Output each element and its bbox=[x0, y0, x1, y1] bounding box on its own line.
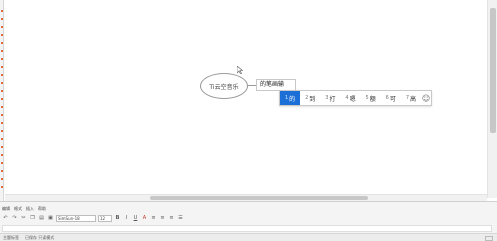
copy-icon[interactable]: ❐ bbox=[29, 215, 36, 222]
candidate-number: 4 bbox=[345, 95, 349, 101]
candidate-text: 高 bbox=[410, 95, 417, 103]
candidate-number: 3 bbox=[325, 95, 329, 101]
menu-item-edit[interactable]: 编辑 bbox=[2, 205, 10, 212]
align-left-icon[interactable]: ≡ bbox=[150, 215, 157, 222]
editor-bottom-panel: 编辑 格式 插入 帮助 ↶ ↷ ✂ ❐ ▤ ▣ SimSun-18 12 B I… bbox=[0, 201, 497, 241]
bold-icon[interactable]: B bbox=[114, 215, 121, 222]
menu-bar: 编辑 格式 插入 帮助 bbox=[2, 205, 46, 212]
candidate-text: 到 bbox=[309, 95, 316, 103]
vertical-scroll-thumb[interactable] bbox=[490, 8, 496, 133]
mindmap-node[interactable]: Ti云空音乐 bbox=[200, 73, 248, 99]
status-left-text: 主题标签 bbox=[3, 235, 19, 240]
ime-candidate-7[interactable]: 7 高 bbox=[401, 91, 421, 105]
cut-icon[interactable]: ✂ bbox=[20, 215, 27, 222]
smile-icon[interactable]: ☺ bbox=[421, 94, 431, 103]
format-toolbar: ↶ ↷ ✂ ❐ ▤ ▣ SimSun-18 12 B I U A ≡ ≡ ≡ ☰ bbox=[2, 213, 492, 223]
candidate-number: 6 bbox=[385, 95, 389, 101]
resize-grip-icon[interactable] bbox=[485, 235, 493, 241]
candidate-number: 5 bbox=[365, 95, 369, 101]
candidate-text: 打 bbox=[329, 95, 336, 103]
candidate-text: 的 bbox=[289, 95, 296, 103]
candidate-text: 额 bbox=[369, 95, 376, 103]
underline-icon[interactable]: U bbox=[132, 215, 139, 222]
candidate-text: 可 bbox=[389, 95, 396, 103]
notes-input[interactable] bbox=[2, 225, 492, 232]
redo-icon[interactable]: ↷ bbox=[11, 215, 18, 222]
undo-icon[interactable]: ↶ bbox=[2, 215, 9, 222]
font-size-select[interactable]: 12 bbox=[98, 214, 112, 222]
menu-item-insert[interactable]: 插入 bbox=[26, 205, 34, 212]
horizontal-scrollbar[interactable] bbox=[5, 194, 487, 201]
left-ruler bbox=[0, 0, 4, 208]
size-select-value: 12 bbox=[100, 215, 106, 221]
menu-item-help[interactable]: 帮助 bbox=[38, 205, 46, 212]
color-icon[interactable]: A bbox=[141, 215, 148, 222]
ime-candidate-bar: 1 的 2 到 3 打 4 嗯 5 额 6 可 7 高 ☺ bbox=[279, 90, 432, 106]
horizontal-scroll-thumb[interactable] bbox=[150, 196, 368, 200]
ime-candidate-1[interactable]: 1 的 bbox=[280, 91, 301, 105]
candidate-number: 2 bbox=[305, 95, 309, 101]
image-icon[interactable]: ▣ bbox=[47, 215, 54, 222]
ime-candidate-2[interactable]: 2 到 bbox=[300, 91, 320, 105]
candidate-number: 1 bbox=[284, 95, 289, 101]
vertical-scrollbar[interactable] bbox=[487, 0, 497, 198]
mouse-cursor-icon bbox=[237, 66, 243, 74]
node-label: Ti云空音乐 bbox=[209, 83, 239, 91]
edit-text: 的笔画输 bbox=[260, 81, 285, 88]
align-right-icon[interactable]: ≡ bbox=[168, 215, 175, 222]
candidate-text: 嗯 bbox=[349, 95, 356, 103]
ime-candidate-5[interactable]: 5 额 bbox=[361, 91, 381, 105]
status-bar: 主题标签 已保存 只读模式 bbox=[0, 233, 497, 241]
ime-candidate-6[interactable]: 6 可 bbox=[381, 91, 401, 105]
font-select-value: SimSun-18 bbox=[58, 215, 80, 221]
ime-candidate-4[interactable]: 4 嗯 bbox=[340, 91, 360, 105]
node-connector bbox=[248, 85, 256, 86]
paste-icon[interactable]: ▤ bbox=[38, 215, 45, 222]
status-right-text: 已保存 只读模式 bbox=[25, 235, 55, 240]
italic-icon[interactable]: I bbox=[123, 215, 130, 222]
list-icon[interactable]: ☰ bbox=[177, 215, 184, 222]
candidate-number: 7 bbox=[405, 95, 409, 101]
align-center-icon[interactable]: ≡ bbox=[159, 215, 166, 222]
menu-item-format[interactable]: 格式 bbox=[14, 205, 22, 212]
ime-candidate-3[interactable]: 3 打 bbox=[320, 91, 340, 105]
font-family-select[interactable]: SimSun-18 bbox=[56, 214, 96, 222]
